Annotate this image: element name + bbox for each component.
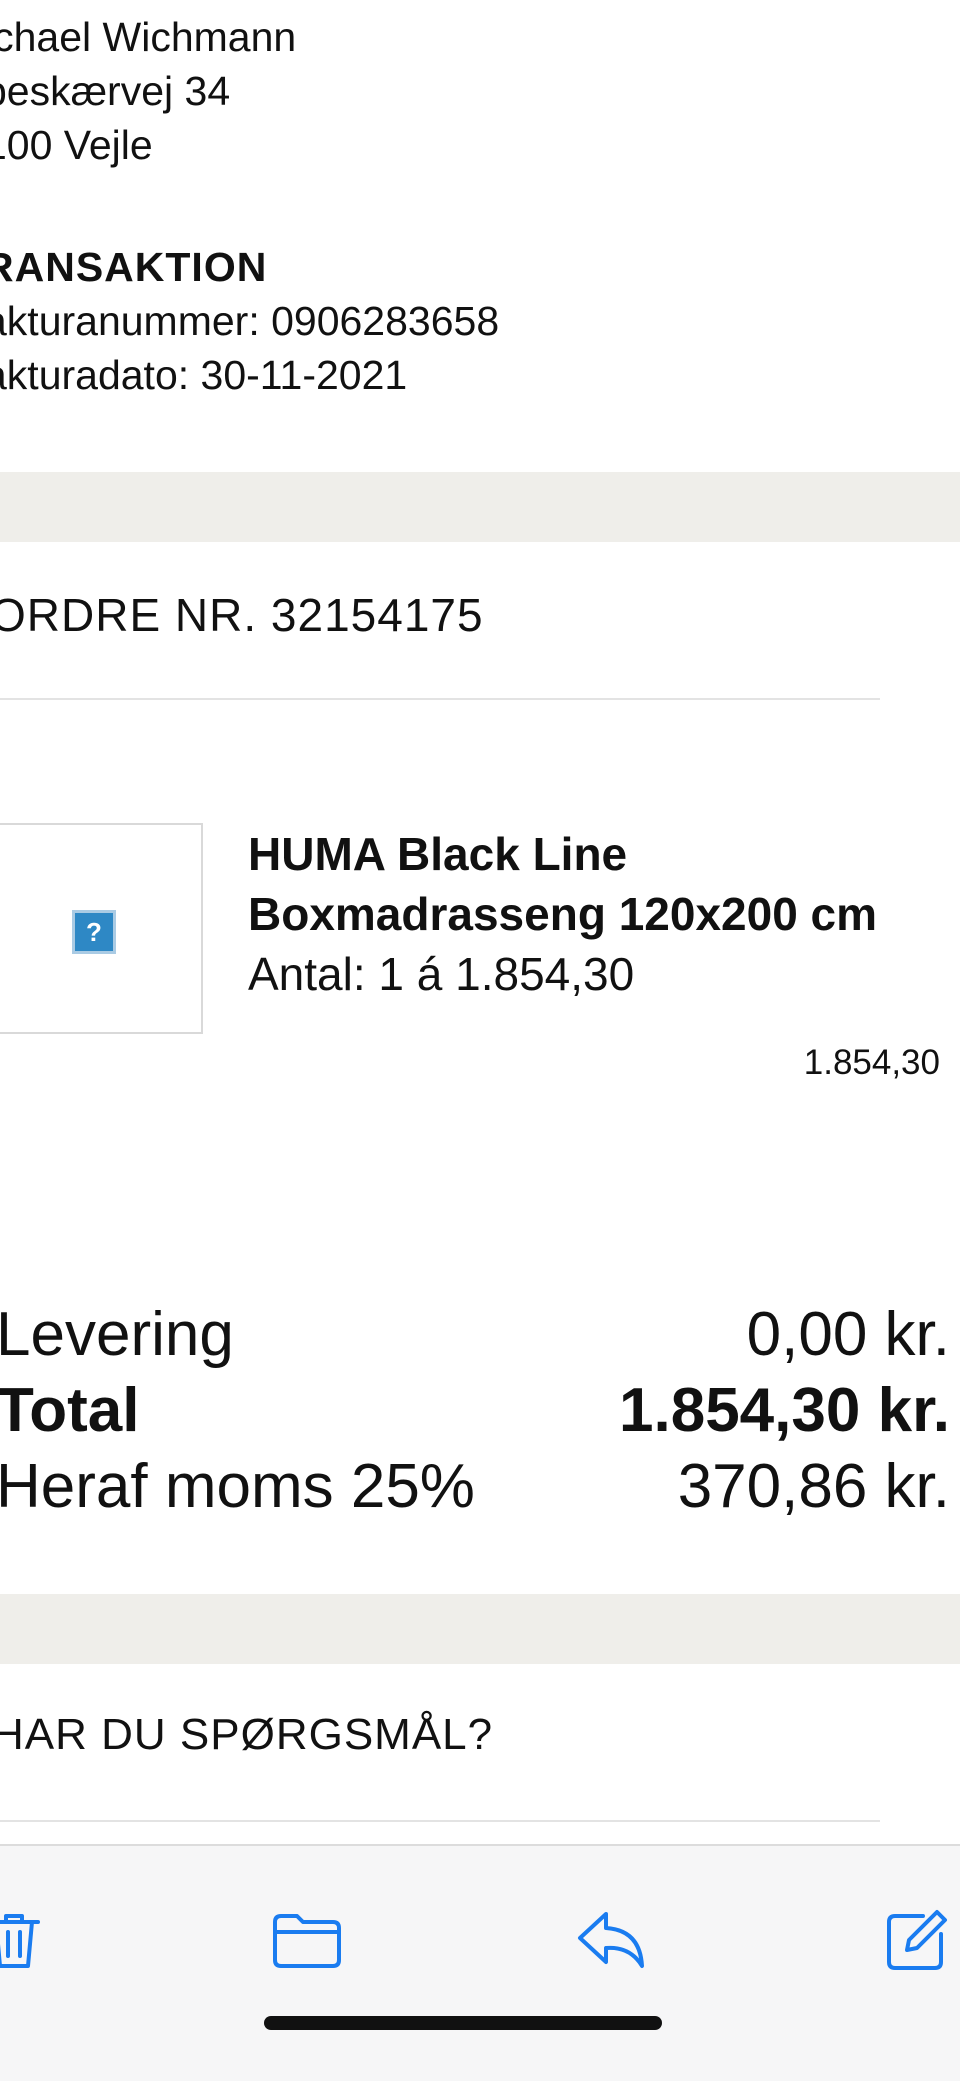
compose-icon [887,1910,947,1970]
delivery-row: Levering 0,00 kr. [0,1296,950,1372]
product-title: HUMA Black Line Boxmadrasseng 120x200 cm [248,828,878,940]
move-to-folder-button[interactable] [265,1898,349,1982]
vat-value: 370,86 kr. [677,1451,950,1521]
questions-heading: HAR DU SPØRGSMÅL? [0,1710,494,1759]
product-quantity: Antal: 1 á 1.854,30 [248,948,635,1000]
product-line-price: 1.854,30 [803,1043,940,1082]
mail-toolbar [0,1844,960,2081]
trash-icon [0,1914,40,1968]
delete-button[interactable] [0,1898,56,1982]
reply-button[interactable] [570,1898,654,1982]
delivery-value: 0,00 kr. [746,1299,950,1369]
total-label: Total [0,1375,140,1445]
customer-street: beskærvej 34 [0,68,231,114]
invoice-number: akturanummer: 0906283658 [0,298,500,344]
section-divider-band [0,1594,960,1664]
customer-city: 100 Vejle [0,122,153,168]
vat-row: Heraf moms 25% 370,86 kr. [0,1448,950,1524]
product-image[interactable]: ? [0,823,203,1034]
total-row: Total 1.854,30 kr. [0,1372,950,1448]
home-indicator[interactable] [264,2016,662,2030]
compose-button[interactable] [875,1898,959,1982]
section-divider-band [0,472,960,542]
divider-line [0,1820,880,1822]
customer-address: ichael Wichmann beskærvej 34 100 Vejle [0,10,296,172]
transaction-heading: RANSAKTION [0,244,268,290]
divider-line [0,698,880,700]
invoice-date: akturadato: 30-11-2021 [0,352,408,398]
reply-icon [578,1912,644,1968]
vat-label: Heraf moms 25% [0,1451,475,1521]
order-heading: ORDRE NR. 32154175 [0,589,484,641]
broken-image-icon: ? [72,910,116,954]
email-view: ichael Wichmann beskærvej 34 100 Vejle R… [0,0,960,2081]
order-totals: Levering 0,00 kr. Total 1.854,30 kr. Her… [0,1296,950,1524]
total-value: 1.854,30 kr. [619,1375,950,1445]
transaction-block: RANSAKTION akturanummer: 0906283658 aktu… [0,240,499,402]
delivery-label: Levering [0,1299,234,1369]
customer-name: ichael Wichmann [0,14,297,60]
folder-icon [273,1914,341,1968]
